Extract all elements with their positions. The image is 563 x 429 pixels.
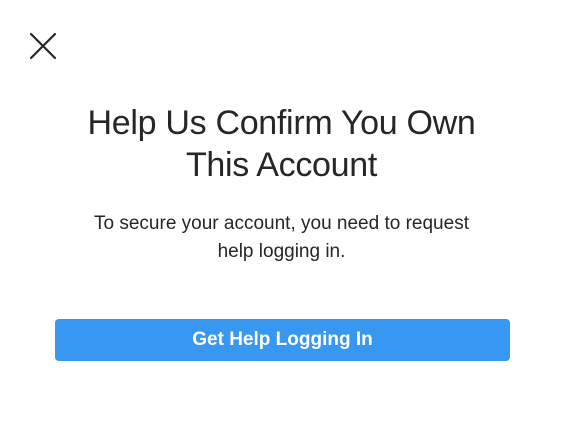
page-title: Help Us Confirm You Own This Account: [0, 102, 563, 186]
description-line-2: help logging in.: [217, 241, 346, 262]
description-line-1: To secure your account, you need to requ…: [94, 213, 469, 234]
close-icon: [29, 32, 57, 60]
description-text: To secure your account, you need to requ…: [40, 210, 523, 266]
title-line-2: This Account: [185, 146, 378, 184]
get-help-logging-in-button[interactable]: Get Help Logging In: [55, 319, 510, 361]
title-line-1: Help Us Confirm You Own: [87, 104, 476, 142]
close-button[interactable]: [29, 32, 57, 60]
